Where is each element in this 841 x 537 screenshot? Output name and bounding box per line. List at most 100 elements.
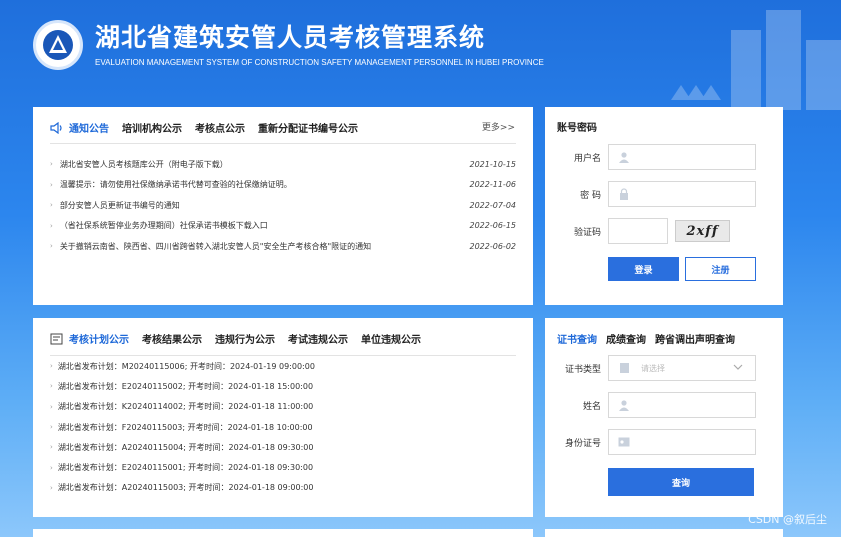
- chevron-right-icon: ›: [50, 160, 53, 169]
- login-panel: 账号密码 用户名 密 码 验证码 2xff 登录 注册: [545, 107, 783, 305]
- password-label: 密 码: [580, 191, 601, 201]
- plan-tabs: 考核计划公示 考核结果公示 违规行为公示 考试违规公示 单位违规公示: [50, 331, 434, 346]
- query-panel: 证书查询 成绩查询 跨省调出声明查询 证书类型 请选择 姓名 身份证号 查询: [545, 318, 783, 517]
- username-label: 用户名: [573, 154, 601, 164]
- password-row: 密 码: [545, 181, 783, 207]
- notice-title[interactable]: （省社保系统暂停业务办理期间）社保承诺书模板下载入口: [60, 220, 452, 231]
- tab-exam-violations[interactable]: 考试违规公示: [288, 331, 348, 346]
- username-input[interactable]: [608, 144, 756, 170]
- query-tabs: 证书查询 成绩查询 跨省调出声明查询: [557, 331, 748, 346]
- watermark-text: CSDN @叙后尘: [748, 513, 827, 526]
- chevron-right-icon: ›: [50, 402, 53, 411]
- plan-text[interactable]: 湖北省发布计划：M20240115006; 开考时间：2024-01-19 09…: [58, 361, 315, 372]
- chevron-down-icon: [733, 362, 743, 375]
- tab-cert-number[interactable]: 重新分配证书编号公示: [258, 120, 358, 135]
- plan-text[interactable]: 湖北省发布计划：A20240115003; 开考时间：2024-01-18 09…: [58, 482, 314, 493]
- system-subtitle: EVALUATION MANAGEMENT SYSTEM OF CONSTRUC…: [95, 58, 544, 67]
- register-button[interactable]: 注册: [685, 257, 756, 281]
- tab-unit-violations[interactable]: 单位违规公示: [361, 331, 421, 346]
- plan-text[interactable]: 湖北省发布计划：F20240115003; 开考时间：2024-01-18 10…: [58, 422, 313, 433]
- tab-transfer-query[interactable]: 跨省调出声明查询: [655, 331, 735, 346]
- name-row: 姓名: [545, 392, 783, 418]
- plan-text[interactable]: 湖北省发布计划：E20240115002; 开考时间：2024-01-18 15…: [58, 381, 313, 392]
- speaker-icon: [50, 121, 62, 134]
- document-icon: [50, 333, 63, 344]
- notice-tabs: 通知公告 培训机构公示 考核点公示 重新分配证书编号公示: [50, 120, 371, 135]
- lower-panel-left: [33, 529, 533, 537]
- chevron-right-icon: ›: [50, 221, 53, 230]
- tab-notice[interactable]: 通知公告: [69, 120, 109, 135]
- tab-training-institutions[interactable]: 培训机构公示: [122, 120, 182, 135]
- id-label: 身份证号: [564, 439, 601, 449]
- tab-exam-results[interactable]: 考核结果公示: [142, 331, 202, 346]
- plan-item[interactable]: › 湖北省发布计划：F20240115003; 开考时间：2024-01-18 1…: [50, 417, 516, 437]
- skyline-decoration: [671, 10, 841, 110]
- plan-item[interactable]: › 湖北省发布计划：M20240115006; 开考时间：2024-01-19 0…: [50, 356, 516, 376]
- notice-date: 2022-07-04: [469, 200, 517, 210]
- id-number-input[interactable]: [608, 429, 756, 455]
- cert-type-row: 证书类型 请选择: [545, 355, 783, 381]
- notice-date: 2022-06-15: [469, 221, 517, 231]
- plan-item[interactable]: › 湖北省发布计划：A20240115004; 开考时间：2024-01-18 0…: [50, 437, 516, 457]
- query-button[interactable]: 查询: [608, 468, 754, 496]
- plan-text[interactable]: 湖北省发布计划：E20240115001; 开考时间：2024-01-18 09…: [58, 462, 313, 473]
- user-icon: [617, 398, 631, 412]
- plan-text[interactable]: 湖北省发布计划：A20240115004; 开考时间：2024-01-18 09…: [58, 442, 314, 453]
- chevron-right-icon: ›: [50, 201, 53, 210]
- captcha-row: 验证码 2xff: [545, 218, 783, 244]
- tab-cert-query[interactable]: 证书查询: [557, 331, 597, 346]
- notice-item[interactable]: › 关于撤销云南省、陕西省、四川省跨省转入湖北安管人员"安全生产考核合格"限证的通…: [50, 236, 516, 257]
- logo-emblem: [33, 20, 83, 70]
- notice-title[interactable]: 湖北省安管人员考核题库公开（附电子版下载）: [60, 159, 452, 170]
- login-button[interactable]: 登录: [608, 257, 679, 281]
- tab-exam-plan[interactable]: 考核计划公示: [69, 331, 129, 346]
- tab-violations[interactable]: 违规行为公示: [215, 331, 275, 346]
- plan-item[interactable]: › 湖北省发布计划：E20240115002; 开考时间：2024-01-18 1…: [50, 376, 516, 396]
- cert-type-placeholder: 请选择: [641, 363, 665, 373]
- chevron-right-icon: ›: [50, 463, 53, 472]
- notice-list: › 湖北省安管人员考核题库公开（附电子版下载） 2021-10-15 › 温馨提示：请…: [50, 154, 516, 257]
- chevron-right-icon: ›: [50, 180, 53, 189]
- notice-date: 2022-06-02: [469, 241, 517, 251]
- plan-item[interactable]: › 湖北省发布计划：K20240114002; 开考时间：2024-01-18 1…: [50, 397, 516, 417]
- plan-item[interactable]: › 湖北省发布计划：A20240115003; 开考时间：2024-01-18 0…: [50, 478, 516, 498]
- login-title: 账号密码: [557, 123, 597, 134]
- divider: [50, 143, 516, 144]
- lock-icon: [617, 187, 631, 201]
- plan-item[interactable]: › 湖北省发布计划：E20240115001; 开考时间：2024-01-18 0…: [50, 457, 516, 477]
- notice-item[interactable]: › （省社保系统暂停业务办理期间）社保承诺书模板下载入口 2022-06-15: [50, 216, 516, 237]
- notice-title[interactable]: 部分安管人员更新证书编号的通知: [60, 200, 452, 211]
- chevron-right-icon: ›: [50, 483, 53, 492]
- tab-exam-sites[interactable]: 考核点公示: [195, 120, 245, 135]
- captcha-label: 验证码: [573, 228, 601, 238]
- chevron-right-icon: ›: [50, 382, 53, 391]
- name-label: 姓名: [582, 402, 601, 412]
- notice-date: 2022-11-06: [469, 180, 517, 190]
- chevron-right-icon: ›: [50, 242, 53, 251]
- plan-text[interactable]: 湖北省发布计划：K20240114002; 开考时间：2024-01-18 11…: [58, 401, 313, 412]
- plan-list: › 湖北省发布计划：M20240115006; 开考时间：2024-01-19 0…: [50, 356, 516, 498]
- emblem-icon: [43, 30, 73, 60]
- chevron-right-icon: ›: [50, 423, 53, 432]
- chevron-right-icon: ›: [50, 362, 53, 371]
- name-input[interactable]: [608, 392, 756, 418]
- lower-panel-right: [545, 529, 783, 537]
- chevron-right-icon: ›: [50, 443, 53, 452]
- username-row: 用户名: [545, 144, 783, 170]
- cert-type-label: 证书类型: [564, 365, 601, 375]
- captcha-input[interactable]: [608, 218, 668, 244]
- more-link[interactable]: 更多>>: [482, 120, 515, 133]
- notice-item[interactable]: › 湖北省安管人员考核题库公开（附电子版下载） 2021-10-15: [50, 154, 516, 175]
- captcha-image[interactable]: 2xff: [675, 220, 730, 242]
- plan-panel: 考核计划公示 考核结果公示 违规行为公示 考试违规公示 单位违规公示 › 湖北省发…: [33, 318, 533, 517]
- notice-item[interactable]: › 部分安管人员更新证书编号的通知 2022-07-04: [50, 195, 516, 216]
- notice-panel: 通知公告 培训机构公示 考核点公示 重新分配证书编号公示 更多>> › 湖北省安管…: [33, 107, 533, 305]
- tab-score-query[interactable]: 成绩查询: [606, 331, 646, 346]
- user-icon: [617, 150, 631, 164]
- system-title: 湖北省建筑安管人员考核管理系统: [95, 23, 486, 52]
- cert-type-select[interactable]: 请选择: [608, 355, 756, 381]
- notice-title[interactable]: 关于撤销云南省、陕西省、四川省跨省转入湖北安管人员"安全生产考核合格"限证的通知: [60, 241, 452, 252]
- password-input[interactable]: [608, 181, 756, 207]
- notice-title[interactable]: 温馨提示：请勿使用社保缴纳承诺书代替可查验的社保缴纳证明。: [60, 179, 452, 190]
- notice-item[interactable]: › 温馨提示：请勿使用社保缴纳承诺书代替可查验的社保缴纳证明。 2022-11-06: [50, 175, 516, 196]
